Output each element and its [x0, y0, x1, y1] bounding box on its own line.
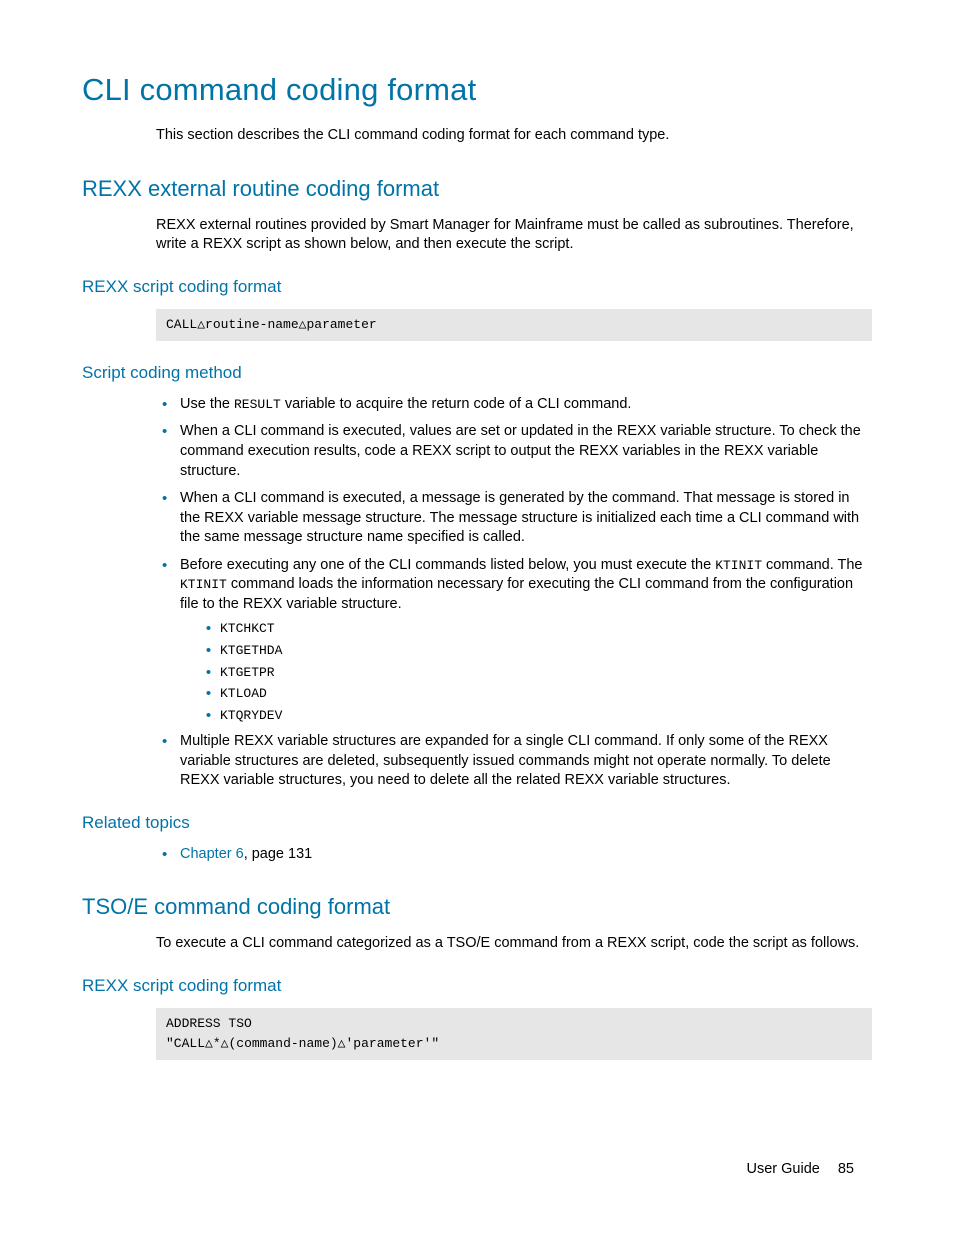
- inline-code: KTINIT: [180, 577, 227, 592]
- text: command loads the information necessary …: [180, 576, 853, 612]
- sub-command-list: KTCHKCT KTGETHDA KTGETPR KTLOAD KTQRYDEV: [200, 620, 872, 724]
- chapter-link[interactable]: Chapter 6: [180, 846, 244, 862]
- list-item: Multiple REXX variable structures are ex…: [156, 732, 872, 791]
- text: Use the: [180, 396, 234, 412]
- page-number: 85: [838, 1161, 854, 1177]
- text: , page 131: [244, 846, 313, 862]
- text: Before executing any one of the CLI comm…: [180, 557, 715, 573]
- heading-rexx-external: REXX external routine coding format: [82, 176, 872, 202]
- list-item: KTLOAD: [200, 685, 872, 703]
- heading-rexx-script-format-1: REXX script coding format: [82, 277, 872, 297]
- text: variable to acquire the return code of a…: [281, 396, 632, 412]
- rexx-ext-paragraph: REXX external routines provided by Smart…: [156, 216, 872, 255]
- heading-script-coding-method: Script coding method: [82, 363, 872, 383]
- heading-tsoe-format: TSO/E command coding format: [82, 894, 872, 920]
- tsoe-paragraph: To execute a CLI command categorized as …: [156, 934, 872, 954]
- list-item: Chapter 6, page 131: [156, 845, 872, 865]
- code-block-tsoe-call: ADDRESS TSO "CALL△*△(command-name)△'para…: [156, 1008, 872, 1060]
- list-item: KTGETPR: [200, 664, 872, 682]
- heading-related-topics: Related topics: [82, 813, 872, 833]
- intro-paragraph: This section describes the CLI command c…: [156, 126, 872, 146]
- list-item: Use the RESULT variable to acquire the r…: [156, 395, 872, 415]
- inline-code: KTINIT: [715, 558, 762, 573]
- text: command. The: [762, 557, 862, 573]
- heading-1: CLI command coding format: [82, 72, 872, 108]
- related-topics-list: Chapter 6, page 131: [156, 845, 872, 865]
- list-item: KTGETHDA: [200, 642, 872, 660]
- page-footer: User Guide 85: [747, 1161, 854, 1177]
- code-block-rexx-call: CALL△routine-name△parameter: [156, 309, 872, 341]
- list-item: When a CLI command is executed, a messag…: [156, 489, 872, 548]
- method-bullet-list: Use the RESULT variable to acquire the r…: [156, 395, 872, 791]
- list-item: When a CLI command is executed, values a…: [156, 422, 872, 481]
- footer-label: User Guide: [747, 1161, 820, 1177]
- list-item: KTCHKCT: [200, 620, 872, 638]
- inline-code: RESULT: [234, 397, 281, 412]
- list-item: KTQRYDEV: [200, 707, 872, 725]
- heading-rexx-script-format-2: REXX script coding format: [82, 976, 872, 996]
- list-item: Before executing any one of the CLI comm…: [156, 556, 872, 724]
